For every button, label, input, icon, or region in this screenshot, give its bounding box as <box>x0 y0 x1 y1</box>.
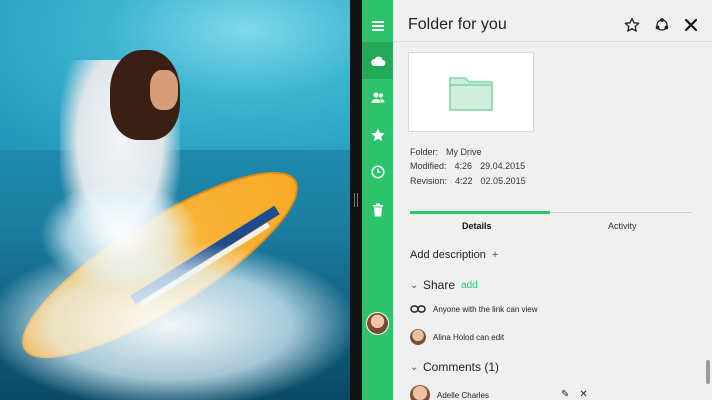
menu-button[interactable] <box>362 7 393 44</box>
nav-people-button[interactable] <box>362 79 393 116</box>
folder-thumbnail <box>408 52 534 132</box>
close-icon <box>684 18 698 32</box>
scrollbar[interactable] <box>706 360 710 384</box>
share-user-text: Alina Holod can edit <box>433 332 505 342</box>
share-add-link[interactable]: add <box>461 280 478 291</box>
comment-item: Adelle Charles <box>410 385 489 400</box>
revision-date: 02.05.2015 <box>480 176 526 186</box>
chevron-down-icon: ⌄ <box>410 361 419 373</box>
star-outline-icon <box>624 17 640 32</box>
add-description-button[interactable]: Add description + <box>410 249 498 261</box>
pane-header: Folder for you <box>393 0 712 42</box>
nav-recent-button[interactable] <box>362 153 393 190</box>
plus-icon: + <box>491 249 499 261</box>
tab-activity[interactable]: Activity <box>608 221 637 231</box>
folder-label: Folder: <box>410 147 439 157</box>
cloud-icon <box>370 56 385 66</box>
avatar <box>410 385 430 400</box>
meta-modified: Modified: 4:26 29.04.2015 <box>410 161 525 171</box>
nav-cloud-button[interactable] <box>362 42 393 79</box>
comments-section-header[interactable]: ⌄ Comments (1) <box>410 360 499 374</box>
tab-details[interactable]: Details <box>462 221 492 231</box>
star-icon <box>370 128 385 141</box>
link-icon <box>410 305 426 313</box>
comment-author: Adelle Charles <box>437 390 490 400</box>
share-network-icon <box>655 18 669 31</box>
modified-label: Modified: <box>410 161 447 171</box>
modified-date: 29.04.2015 <box>480 161 526 171</box>
tab-bar: Details Activity <box>410 209 692 235</box>
surfer-face <box>150 70 178 110</box>
star-button[interactable] <box>623 16 641 34</box>
share-link-text: Anyone with the link can view <box>433 304 538 314</box>
share-section-header[interactable]: ⌄ Share add <box>410 278 478 292</box>
trash-icon <box>372 203 383 216</box>
share-user-row: Alina Holod can edit <box>410 329 504 345</box>
nav-trash-button[interactable] <box>362 191 393 228</box>
comment-actions: ✎ ✕ <box>561 389 588 400</box>
folder-icon <box>449 77 493 111</box>
revision-time: 4:22 <box>455 176 473 186</box>
user-avatar[interactable] <box>366 312 389 335</box>
avatar <box>410 329 426 345</box>
menu-icon <box>371 20 384 31</box>
meta-revision: Revision: 4:22 02.05.2015 <box>410 176 526 186</box>
add-description-label: Add description <box>410 249 486 261</box>
modified-time: 4:26 <box>454 161 473 171</box>
splitter-grip-icon[interactable] <box>354 193 358 207</box>
folder-value: My Drive <box>446 147 482 157</box>
people-icon <box>371 92 384 103</box>
close-button[interactable] <box>682 16 700 34</box>
share-link-row: Anyone with the link can view <box>410 304 538 314</box>
revision-label: Revision: <box>410 176 448 186</box>
splash-foam <box>40 180 200 290</box>
comments-title: Comments (1) <box>423 360 500 374</box>
details-pane: Folder for you Folder: My Drive Modified:… <box>393 0 712 400</box>
page-title: Folder for you <box>408 16 507 33</box>
clock-icon <box>371 165 384 178</box>
nav-rail <box>362 0 393 400</box>
share-button[interactable] <box>653 16 671 34</box>
share-title: Share <box>423 278 456 292</box>
edit-pencil-icon[interactable]: ✎ <box>561 389 569 400</box>
meta-folder: Folder: My Drive <box>410 147 482 157</box>
chevron-down-icon: ⌄ <box>410 279 419 291</box>
delete-x-icon[interactable]: ✕ <box>579 389 587 400</box>
pane-splitter[interactable] <box>350 0 362 400</box>
nav-starred-button[interactable] <box>362 116 393 153</box>
tab-active-indicator <box>410 211 550 214</box>
surfer-photo <box>0 0 350 400</box>
